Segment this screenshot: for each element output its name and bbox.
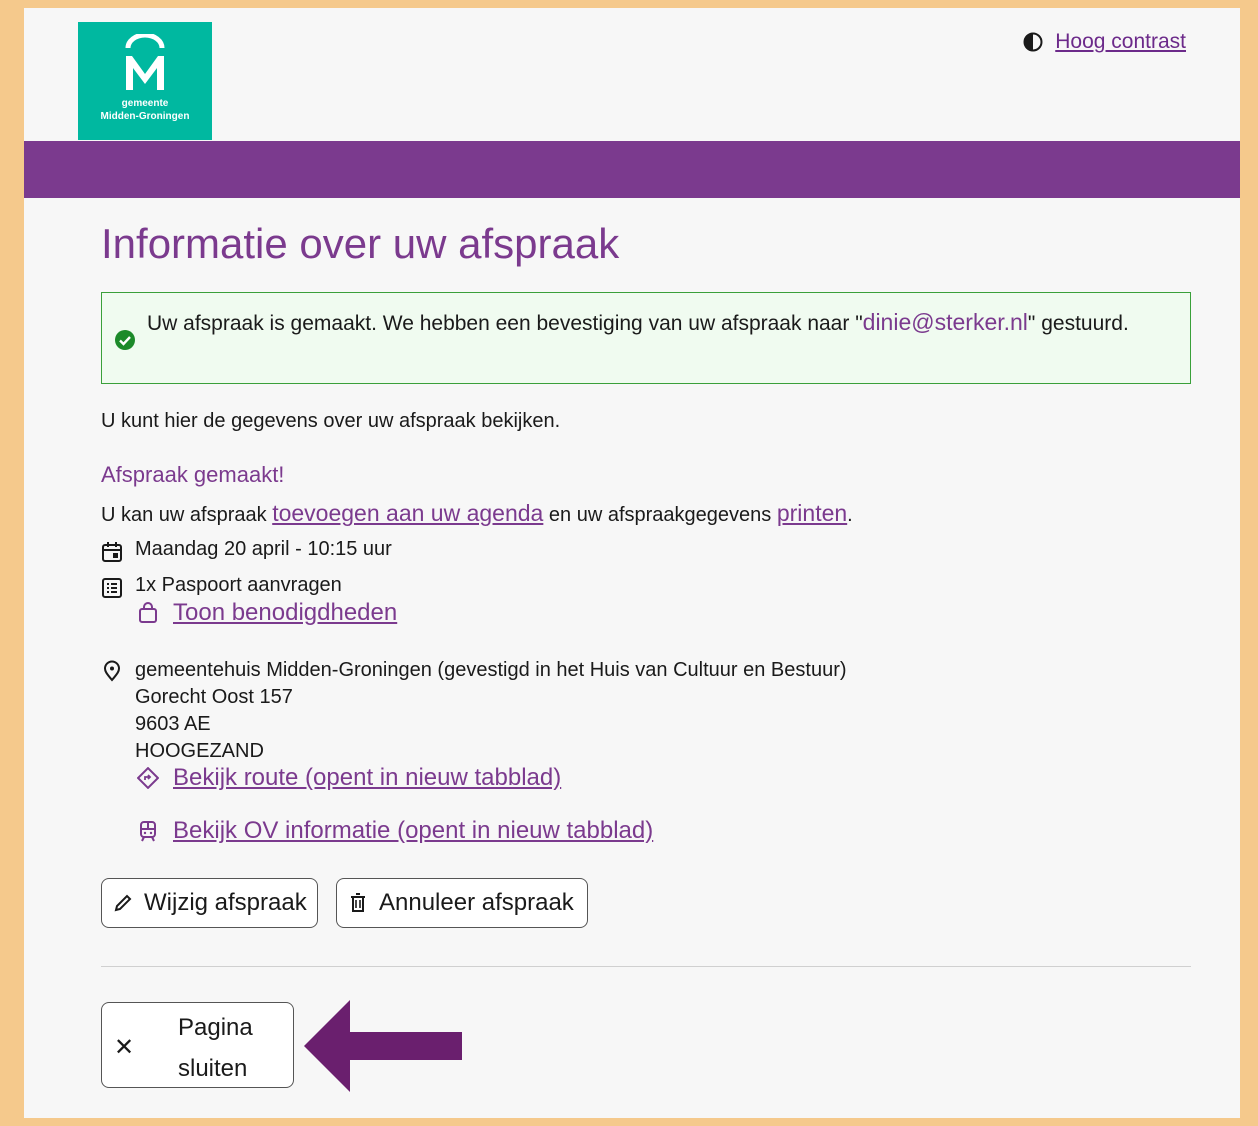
high-contrast-link[interactable]: Hoog contrast <box>1055 30 1186 54</box>
site-header: gemeente Midden-Groningen Hoog contrast <box>24 8 1240 141</box>
calendar-icon <box>102 542 122 562</box>
requirements-item[interactable]: Toon benodigdheden <box>137 599 397 627</box>
alert-email: dinie@sterker.nl <box>862 309 1028 335</box>
ov-item[interactable]: Bekijk OV informatie (opent in nieuw tab… <box>137 817 653 845</box>
logo-m-icon <box>125 34 165 90</box>
success-alert: Uw afspraak is gemaakt. We hebben een be… <box>101 292 1191 384</box>
location-address: gemeentehuis Midden-Groningen (gevestigd… <box>135 657 847 765</box>
header-purple-bar <box>24 141 1240 198</box>
location-street: Gorecht Oost 157 <box>135 686 293 708</box>
actions-middle: en uw afspraakgegevens <box>543 504 777 526</box>
check-circle-icon <box>115 330 135 350</box>
alert-text-after: gestuurd. <box>1035 312 1129 335</box>
contrast-icon <box>1023 32 1043 52</box>
pencil-icon <box>114 894 132 912</box>
directions-icon <box>137 767 159 789</box>
actions-sentence: U kan uw afspraak toevoegen aan uw agend… <box>101 500 853 527</box>
intro-text: U kunt hier de gegevens over uw afspraak… <box>101 410 561 432</box>
train-icon <box>140 821 156 842</box>
municipality-logo[interactable]: gemeente Midden-Groningen <box>78 22 212 140</box>
print-link[interactable]: printen <box>777 500 847 526</box>
appointment-location: gemeentehuis Midden-Groningen (gevestigd… <box>101 657 847 765</box>
actions-prefix: U kan uw afspraak <box>101 504 273 526</box>
view-route-link[interactable]: Bekijk route (opent in nieuw tabblad) <box>173 764 561 792</box>
section-divider <box>101 966 1191 967</box>
product-text: 1x Paspoort aanvragen <box>135 574 342 596</box>
browser-page: gemeente Midden-Groningen Hoog contrast … <box>24 8 1240 1118</box>
location-city: HOOGEZAND <box>135 740 264 762</box>
view-ov-info-link[interactable]: Bekijk OV informatie (opent in nieuw tab… <box>173 817 653 845</box>
appointment-made-heading: Afspraak gemaakt! <box>101 462 285 487</box>
edit-appointment-button[interactable]: Wijzig afspraak <box>101 878 318 928</box>
datetime-text: Maandag 20 april - 10:15 uur <box>135 538 392 560</box>
shopping-bag-icon <box>139 602 157 623</box>
alert-message: Uw afspraak is gemaakt. We hebben een be… <box>147 309 1129 336</box>
appointment-product: 1x Paspoort aanvragen <box>101 574 342 599</box>
cancel-appointment-label: Annuleer afspraak <box>379 889 574 916</box>
cancel-appointment-button[interactable]: Annuleer afspraak <box>336 878 588 928</box>
actions-suffix: . <box>847 504 853 526</box>
close-page-button[interactable]: ✕ Pagina sluiten <box>101 1002 294 1088</box>
location-postcode: 9603 AE <box>135 713 211 735</box>
alert-quote-open: " <box>855 312 863 335</box>
close-icon: ✕ <box>114 1034 135 1061</box>
close-page-label: Pagina sluiten <box>178 1014 253 1082</box>
route-item[interactable]: Bekijk route (opent in nieuw tabblad) <box>137 764 561 792</box>
edit-appointment-label: Wijzig afspraak <box>144 889 307 916</box>
pointer-arrow-annotation <box>304 1000 462 1092</box>
high-contrast-toggle[interactable]: Hoog contrast <box>1023 30 1186 54</box>
list-icon <box>102 578 122 598</box>
add-to-calendar-link[interactable]: toevoegen aan uw agenda <box>272 500 543 526</box>
appointment-datetime: Maandag 20 april - 10:15 uur <box>101 538 392 563</box>
location-name: gemeentehuis Midden-Groningen (gevestigd… <box>135 659 847 681</box>
page-title: Informatie over uw afspraak <box>101 220 620 267</box>
trash-icon <box>351 893 365 912</box>
location-pin-icon <box>103 660 121 682</box>
logo-text-name: Midden-Groningen <box>100 111 190 122</box>
show-requirements-link[interactable]: Toon benodigdheden <box>173 599 397 627</box>
alert-text-before: Uw afspraak is gemaakt. We hebben een be… <box>147 312 856 335</box>
logo-text-gemeente: gemeente <box>121 98 169 109</box>
